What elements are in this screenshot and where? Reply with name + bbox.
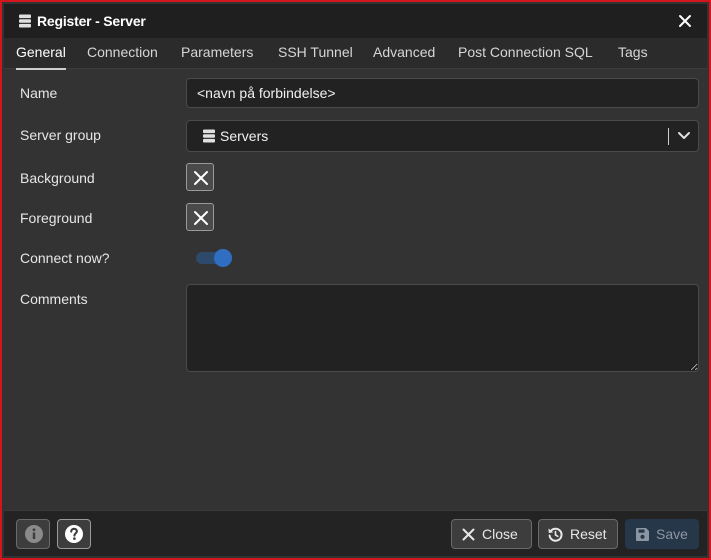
info-button[interactable]	[16, 519, 50, 549]
close-button-label: Close	[482, 526, 518, 542]
clear-color-icon	[194, 211, 208, 225]
reset-button-label: Reset	[570, 526, 607, 542]
help-button[interactable]	[57, 519, 91, 549]
help-icon	[65, 525, 83, 543]
server-group-value: Servers	[220, 128, 269, 144]
tab-post-connection-sql[interactable]: Post Connection SQL	[458, 38, 593, 68]
foreground-label: Foreground	[20, 210, 93, 226]
tab-ssh-tunnel[interactable]: SSH Tunnel	[278, 38, 353, 68]
server-group-select[interactable]: Servers	[186, 120, 699, 152]
comments-textarea[interactable]	[186, 284, 699, 372]
save-icon	[636, 528, 649, 541]
reset-icon	[548, 527, 563, 542]
comments-label: Comments	[20, 291, 88, 307]
server-icon	[19, 14, 31, 28]
save-button[interactable]: Save	[625, 519, 699, 549]
toggle-knob	[214, 249, 232, 267]
title-bar: Register - Server	[4, 4, 707, 38]
name-label: Name	[20, 85, 58, 101]
close-button[interactable]: Close	[451, 519, 532, 549]
reset-button[interactable]: Reset	[538, 519, 618, 549]
close-icon[interactable]	[677, 13, 693, 29]
register-server-dialog: Register - Server General Connection Par…	[0, 0, 711, 560]
tab-bar: General Connection Parameters SSH Tunnel…	[4, 38, 707, 70]
tab-connection[interactable]: Connection	[87, 38, 158, 68]
clear-color-icon	[194, 171, 208, 185]
save-button-label: Save	[656, 526, 688, 542]
server-icon	[203, 129, 215, 143]
server-group-label: Server group	[20, 127, 101, 143]
close-icon	[462, 528, 475, 541]
tab-parameters[interactable]: Parameters	[181, 38, 253, 68]
tab-advanced[interactable]: Advanced	[373, 38, 435, 68]
dialog-title: Register - Server	[37, 13, 146, 29]
connect-now-label: Connect now?	[20, 250, 110, 266]
dialog-footer: Close Reset Save	[4, 510, 707, 556]
background-color-picker[interactable]	[186, 163, 214, 191]
chevron-down-icon[interactable]	[677, 131, 691, 141]
tab-tags[interactable]: Tags	[618, 38, 648, 68]
connect-now-toggle[interactable]	[196, 249, 234, 267]
tab-general[interactable]: General	[16, 38, 66, 70]
info-icon	[25, 525, 43, 543]
select-separator	[668, 128, 669, 145]
name-input[interactable]	[186, 78, 699, 108]
foreground-color-picker[interactable]	[186, 203, 214, 231]
background-label: Background	[20, 170, 95, 186]
